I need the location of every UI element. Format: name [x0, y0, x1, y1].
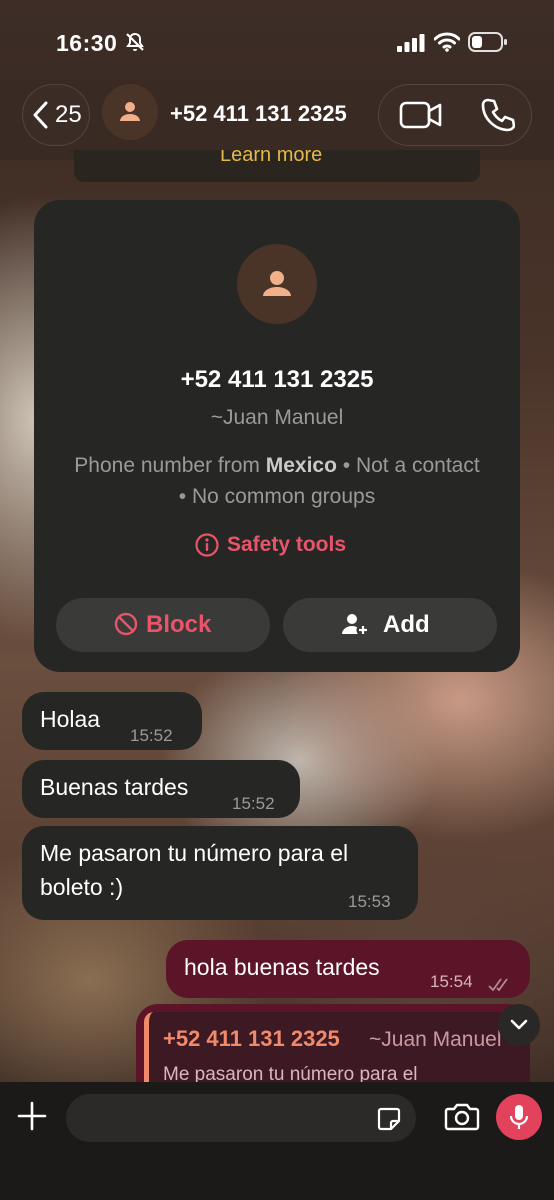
sticker-icon[interactable]	[376, 1106, 402, 1137]
message-bubble-outgoing-reply[interactable]: +52 411 131 2325 ~Juan Manuel Me pasaron…	[136, 1004, 530, 1094]
quoted-sender-name: ~Juan Manuel	[369, 1028, 502, 1051]
contact-push-name: ~Juan Manuel	[210, 406, 344, 429]
read-receipt-icon	[488, 972, 512, 999]
info-prefix: Phone number from	[74, 454, 266, 477]
unread-count: 25	[55, 101, 82, 128]
contact-number: +52 411 131 2325	[180, 366, 374, 393]
silent-bell-icon	[124, 31, 146, 58]
video-call-icon[interactable]	[399, 99, 443, 136]
encryption-banner: Learn more	[74, 150, 480, 182]
add-contact-button[interactable]: Add	[283, 598, 497, 652]
unknown-contact-card: +52 411 131 2325 ~Juan Manuel Phone numb…	[34, 200, 520, 672]
status-time: 16:30	[56, 30, 118, 56]
add-label: Add	[383, 611, 430, 638]
contact-avatar[interactable]	[102, 84, 158, 140]
contact-avatar-large	[237, 244, 317, 324]
message-text: Buenas tardes	[40, 774, 189, 800]
message-composer	[0, 1082, 554, 1200]
voice-call-icon[interactable]	[479, 97, 516, 138]
block-icon	[114, 612, 138, 636]
message-text: hola buenas tardes	[184, 954, 380, 980]
chat-title[interactable]: +52 411 131 2325	[170, 101, 347, 127]
person-icon	[263, 271, 291, 296]
info-icon	[195, 533, 219, 557]
message-bubble-outgoing[interactable]: hola buenas tardes 15:54	[166, 940, 530, 998]
scroll-to-bottom-button[interactable]	[498, 1004, 540, 1046]
message-input-container[interactable]	[66, 1094, 416, 1144]
message-bubble-incoming[interactable]: Holaa 15:52	[22, 692, 202, 750]
microphone-button[interactable]	[496, 1094, 542, 1140]
back-button[interactable]: 25	[22, 84, 90, 146]
info-country: Mexico	[265, 454, 337, 477]
block-button[interactable]: Block	[56, 598, 270, 652]
block-label: Block	[146, 611, 212, 638]
person-icon	[120, 102, 140, 121]
add-person-icon	[342, 614, 370, 637]
message-time: 15:54	[430, 972, 473, 991]
message-bubble-incoming[interactable]: Buenas tardes 15:52	[22, 760, 300, 818]
quoted-sender-number: +52 411 131 2325	[163, 1026, 340, 1051]
wifi-icon	[433, 32, 461, 57]
status-bar: 16:30	[0, 0, 554, 80]
message-time: 15:53	[348, 892, 391, 911]
safety-tools-label: Safety tools	[227, 533, 347, 556]
learn-more-link[interactable]: Learn more	[220, 150, 322, 167]
message-input[interactable]	[82, 1094, 366, 1144]
message-time: 15:52	[232, 794, 275, 813]
message-text-line1: Me pasaron tu número para el	[40, 840, 349, 866]
camera-icon[interactable]	[444, 1102, 480, 1137]
plus-icon[interactable]	[16, 1100, 48, 1137]
message-text-line2: boleto :)	[40, 874, 124, 900]
message-bubble-incoming[interactable]: Me pasaron tu número para el boleto :) 1…	[22, 826, 418, 920]
cellular-signal-icon	[397, 34, 425, 57]
chevron-down-icon	[510, 1019, 528, 1030]
message-time: 15:52	[130, 726, 173, 745]
battery-icon	[468, 31, 508, 58]
chevron-left-icon	[31, 101, 49, 134]
contact-info: Phone number from Mexico • Not a contact…	[74, 450, 480, 512]
microphone-icon	[509, 1105, 529, 1129]
call-actions	[378, 84, 532, 146]
safety-tools-link[interactable]: Safety tools	[194, 530, 364, 560]
message-text: Holaa	[40, 706, 101, 732]
